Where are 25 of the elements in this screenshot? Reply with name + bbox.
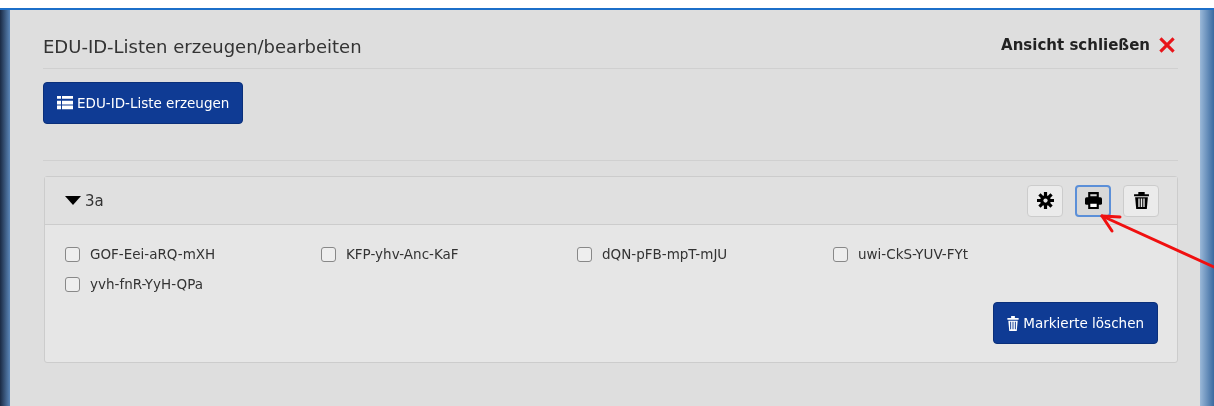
checkbox[interactable] [577,246,592,262]
dialog-title: EDU-ID-Listen erzeugen/bearbeiten [43,34,362,57]
close-icon [1156,34,1178,56]
close-view-link[interactable]: Ansicht schließen [1001,22,1178,56]
list-toggle[interactable]: 3a [65,191,104,210]
edu-id-label: KFP-yhv-Anc-KaF [346,246,459,262]
checkbox[interactable] [65,246,80,262]
edu-id-label: yvh-fnR-YyH-QPa [90,276,203,292]
checkbox[interactable] [65,276,80,292]
trash-icon [1007,315,1020,331]
settings-button[interactable] [1027,184,1063,217]
edu-id-label: uwi-CkS-YUV-FYt [858,246,969,262]
caret-icon [65,195,81,206]
print-button[interactable] [1075,184,1111,217]
settings-icon [1036,192,1054,209]
delete-button[interactable] [1123,184,1159,217]
printer-icon [1084,192,1102,209]
checkbox[interactable] [833,246,848,262]
trash-icon [1132,192,1150,209]
delete-marked-button[interactable]: Markierte löschen [993,302,1158,344]
edu-id-label: GOF-Eei-aRQ-mXH [90,246,216,262]
list-icon [57,96,73,110]
edu-id-label: dQN-pFB-mpT-mJU [602,246,728,262]
checkbox[interactable] [321,246,336,262]
create-list-button[interactable]: EDU-ID-Liste erzeugen [43,82,244,124]
